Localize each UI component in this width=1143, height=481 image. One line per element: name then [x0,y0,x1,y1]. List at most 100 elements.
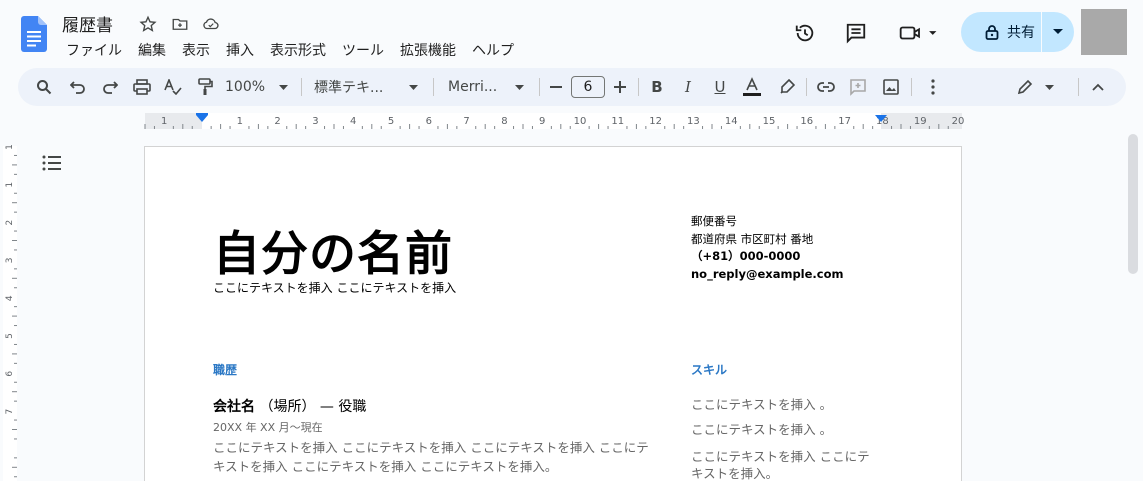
history-icon[interactable] [792,20,818,46]
paint-format-icon[interactable] [193,68,217,106]
skills-heading[interactable]: スキル [691,361,727,378]
font-select[interactable]: Merri... [448,68,528,106]
first-line-indent-marker-icon[interactable] [196,113,208,115]
comments-icon[interactable] [843,20,869,46]
resume-subtitle[interactable]: ここにテキストを挿入 ここにテキストを挿入 [213,279,456,296]
toolbar-divider [638,78,639,96]
ruler-label: 15 [763,116,776,127]
zoom-dropdown-icon [279,84,289,90]
add-comment-icon[interactable] [846,68,870,106]
menu-help[interactable]: ヘルプ [464,38,522,62]
style-value: 標準テキ... [314,80,384,96]
ruler-label: 4 [350,116,356,127]
menu-format[interactable]: 表示形式 [262,38,334,62]
ruler-label: 13 [687,116,700,127]
toolbar-divider [1078,78,1079,96]
menu-insert[interactable]: 挿入 [218,38,262,62]
menu-view[interactable]: 表示 [174,38,218,62]
ruler-label: 4 [5,295,15,301]
toolbar-divider [539,78,540,96]
bold-icon[interactable]: B [645,68,669,106]
docs-logo-icon[interactable] [21,16,47,52]
skill-item[interactable]: ここにテキストを挿入 。 [691,396,832,413]
text-color-icon[interactable] [740,68,764,106]
style-dropdown-icon [409,84,418,90]
spellcheck-icon[interactable] [161,68,185,106]
ruler-label: 3 [312,116,318,127]
share-button[interactable]: 共有 [961,12,1074,52]
ruler-label: 8 [501,116,507,127]
editing-mode-select[interactable] [1013,68,1057,106]
print-icon[interactable] [130,68,154,106]
redo-icon[interactable] [98,68,122,106]
increase-font-size-icon[interactable] [611,68,629,106]
zoom-select[interactable]: 100% [225,68,295,106]
ruler-label: 5 [388,116,394,127]
job-role: — 役職 [319,399,367,415]
toolbar-divider [301,78,302,96]
italic-icon[interactable]: I [676,68,700,106]
style-select[interactable]: 標準テキ... [314,68,422,106]
vertical-ruler[interactable]: 1 1 2 3 4 5 6 7 [0,132,18,481]
ruler-label: 1 [161,116,167,127]
ruler-label: 2 [5,220,15,226]
job-description[interactable]: ここにテキストを挿入 ここにテキストを挿入 ここにテキストを挿入 ここにテキスト… [213,438,653,476]
share-label: 共有 [1007,25,1035,41]
skill-item[interactable]: ここにテキストを挿入 ここにテキストを挿入。 [691,448,871,481]
resume-name[interactable]: 自分の名前 [213,215,453,284]
share-main-button[interactable]: 共有 [961,12,1041,52]
ruler-label: 6 [426,116,432,127]
highlight-color-icon[interactable] [775,68,799,106]
search-menus-icon[interactable] [32,68,56,106]
contact-phone: （+81）000-0000 [691,249,801,263]
ruler-label: 7 [5,409,15,415]
undo-icon[interactable] [66,68,90,106]
job-title-line[interactable]: 会社名 （場所） — 役職 [213,396,366,416]
font-value: Merri... [448,79,498,95]
ruler-label: 19 [914,116,927,127]
underline-icon[interactable]: U [708,68,732,106]
pencil-icon [1017,79,1032,95]
ruler-label: 2 [274,116,280,127]
move-folder-icon[interactable] [170,14,190,34]
cloud-saved-icon[interactable] [201,14,221,34]
insert-link-icon[interactable] [814,68,838,106]
ruler-label: 1 [5,144,15,150]
toolbar-divider [806,78,807,96]
document-title[interactable]: 履歴書 [62,11,113,36]
experience-heading[interactable]: 職歴 [213,361,237,378]
ruler-label: 5 [5,333,15,339]
ruler-label: 14 [725,116,738,127]
horizontal-ruler[interactable]: 1 1 2 3 4 5 6 7 8 9 10 11 12 13 14 15 16 17 18 19 20 [0,110,1143,132]
ruler-label: 11 [611,116,624,127]
toolbar: 100% 標準テキ... Merri... 6 B I U [18,68,1126,106]
ruler-label: 20 [952,116,965,127]
more-options-icon[interactable] [921,68,945,106]
job-dates[interactable]: 20XX 年 XX 月〜現在 [213,419,323,435]
contact-block[interactable]: 郵便番号 都道府県 市区町村 番地 （+81）000-0000 no_reply… [691,213,843,283]
vertical-scrollbar[interactable] [1128,134,1138,274]
avatar[interactable] [1081,9,1127,55]
ruler-label: 1 [5,182,15,188]
share-dropdown-icon[interactable] [1042,12,1074,52]
menu-extensions[interactable]: 拡張機能 [392,38,464,62]
ruler-label: 7 [463,116,469,127]
contact-email: no_reply@example.com [691,266,844,281]
menu-edit[interactable]: 編集 [130,38,174,62]
document-page[interactable]: 自分の名前 ここにテキストを挿入 ここにテキストを挿入 郵便番号 都道府県 市区… [144,146,962,481]
document-outline-icon[interactable] [42,154,64,174]
decrease-font-size-icon[interactable] [547,68,565,106]
star-icon[interactable] [138,14,158,34]
font-dropdown-icon [515,84,524,90]
contact-address: 都道府県 市区町村 番地 [691,231,814,246]
hide-menus-chevron-up-icon[interactable] [1086,68,1110,106]
lock-icon [985,25,999,40]
menu-file[interactable]: ファイル [58,38,130,62]
font-size-input[interactable]: 6 [571,76,605,98]
insert-image-icon[interactable] [879,68,903,106]
meet-video-icon[interactable] [896,20,942,46]
skill-item[interactable]: ここにテキストを挿入 。 [691,421,832,438]
menu-tools[interactable]: ツール [334,38,392,62]
toolbar-divider [433,78,434,96]
ruler-label: 16 [800,116,813,127]
